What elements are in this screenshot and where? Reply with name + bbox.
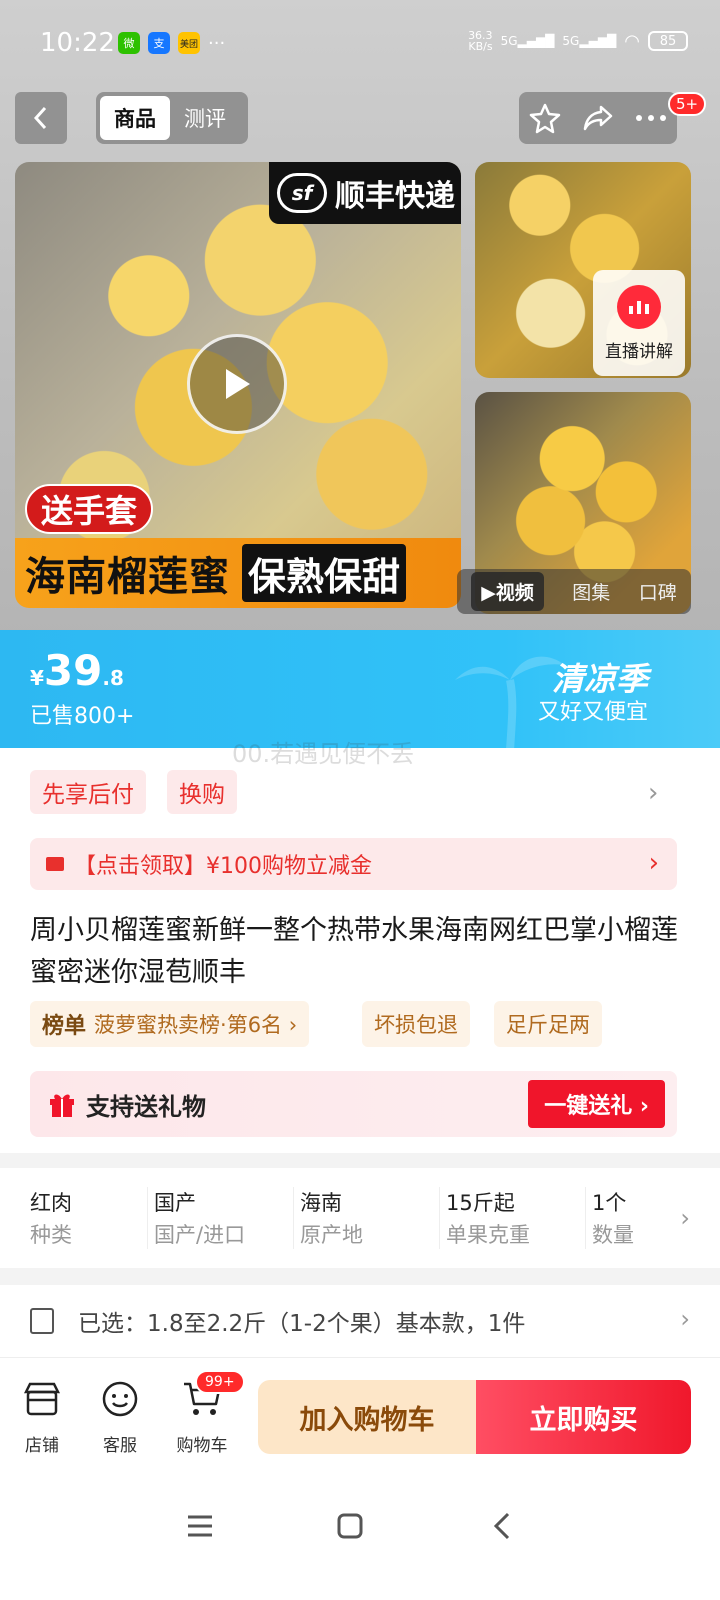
bottom-action-bar: 店铺 客服 购物车 99+ 加入购物车 立即购买 (0, 1357, 720, 1472)
spec-item: 15斤起 单果克重 (446, 1187, 586, 1249)
shop-icon (23, 1382, 61, 1416)
more-menu-icon[interactable] (631, 98, 671, 138)
gift-text: 支持送礼物 (86, 1092, 206, 1121)
sold-count: 已售800+ (30, 704, 135, 729)
status-bar: 10:22 微 支 美团 ··· 36.3 KB/s 5G▂▄▆█ 5G▂▄▆█… (0, 0, 720, 88)
spec-item: 红肉 种类 (30, 1187, 148, 1249)
sf-express-tag: sf 顺丰快递 (269, 162, 461, 224)
add-to-cart-button[interactable]: 加入购物车 (258, 1380, 476, 1454)
send-gift-button[interactable]: 一键送礼 › (528, 1080, 665, 1128)
chevron-right-icon[interactable]: › (680, 1204, 690, 1232)
content-tab-switcher: 商品 测评 (96, 92, 248, 144)
top-actions (519, 92, 677, 144)
gift-gloves-tag: 送手套 (25, 484, 154, 534)
main-product-video[interactable]: sf 顺丰快递 送手套 海南榴莲蜜 保熟保甜 (15, 162, 461, 608)
variant-icon (30, 1308, 54, 1334)
spec-item: 海南 原产地 (300, 1187, 440, 1249)
signal-1-icon: 5G▂▄▆█ (500, 34, 555, 48)
alipay-icon: 支 (148, 32, 170, 54)
season-subtitle: 又好又便宜 (537, 700, 648, 725)
gift-box-icon (50, 1094, 74, 1117)
pay-later-chip[interactable]: 先享后付 (30, 770, 146, 814)
live-label: 直播讲解 (605, 341, 673, 362)
tab-review[interactable]: 测评 (170, 96, 240, 140)
status-app-icons: 微 支 美团 ··· (118, 32, 225, 54)
wechat-icon: 微 (118, 32, 140, 54)
customer-service-button[interactable]: 客服 (88, 1380, 152, 1456)
favorite-star-icon[interactable] (525, 98, 565, 138)
spec-item: 国产 国产/进口 (154, 1187, 294, 1249)
play-video-button[interactable] (187, 334, 287, 434)
price: ¥ 39 .8 (30, 646, 124, 695)
buy-now-button[interactable]: 立即购买 (476, 1380, 691, 1454)
rank-tag[interactable]: 榜单 菠萝蜜热卖榜·第6名 › (30, 1001, 310, 1047)
meituan-icon: 美团 (178, 32, 200, 54)
cart-count-badge: 99+ (195, 1370, 245, 1394)
gift-support-row: 支持送礼物 一键送礼 › (30, 1071, 677, 1137)
sf-logo-icon: sf (277, 173, 327, 213)
back-triangle-icon[interactable] (482, 1506, 522, 1546)
menu-icon[interactable] (180, 1506, 220, 1546)
price-bar: ¥ 39 .8 已售800+ 清凉季 又好又便宜 (0, 630, 720, 748)
selected-variant-text: 已选：1.8至2.2斤（1-2个果）基本款，1件 (78, 1311, 526, 1337)
watermark-text: 00.若遇见便不丢 (232, 740, 415, 768)
banner-slogan: 保熟保甜 (242, 544, 407, 602)
home-square-icon[interactable] (330, 1506, 370, 1546)
signal-2-icon: 5G▂▄▆█ (562, 34, 617, 48)
chevron-right-icon: › (680, 1305, 690, 1333)
tab-product[interactable]: 商品 (100, 96, 170, 140)
status-indicators: 36.3 KB/s 5G▂▄▆█ 5G▂▄▆█ ◠ 85 (468, 30, 688, 52)
status-time: 10:22 (40, 28, 115, 58)
system-navigation-bar (0, 1472, 720, 1600)
chevron-right-icon: › (648, 848, 659, 878)
network-speed: 36.3 KB/s (468, 29, 493, 53)
top-media-area: 10:22 微 支 美团 ··· 36.3 KB/s 5G▂▄▆█ 5G▂▄▆█… (0, 0, 720, 645)
full-weight-tag: 足斤足两 (494, 1001, 602, 1047)
banner-title: 海南榴莲蜜 (25, 554, 230, 600)
media-tabs: ▶视频 图集 口碑 (457, 569, 691, 614)
product-title: 周小贝榴莲蜜新鲜一整个热带水果海南网红巴掌小榴莲蜜密迷你湿苞顺丰 (30, 915, 678, 988)
shop-button[interactable]: 店铺 (10, 1380, 74, 1456)
spec-row[interactable]: 红肉 种类 国产 国产/进口 海南 原产地 15斤起 单果克重 1个 数量 › (0, 1168, 720, 1268)
product-banner: 海南榴莲蜜 保熟保甜 (15, 538, 461, 608)
tab-reputation[interactable]: 口碑 (639, 578, 677, 605)
more-status-icon: ··· (208, 32, 226, 54)
battery-icon: 85 (648, 31, 688, 51)
live-explain-button[interactable]: 直播讲解 (593, 270, 685, 376)
service-smile-icon (102, 1381, 138, 1417)
coupon-card-icon (46, 857, 64, 871)
selected-variant-row[interactable]: 已选：1.8至2.2斤（1-2个果）基本款，1件 › (0, 1285, 720, 1357)
damage-refund-tag: 坏损包退 (362, 1001, 470, 1047)
back-button[interactable] (15, 92, 67, 144)
back-arrow-icon (33, 106, 47, 130)
product-info: 00.若遇见便不丢 先享后付 换购 › 【点击领取】¥100购物立减金 › 周小… (0, 740, 720, 1153)
tab-gallery[interactable]: 图集 (572, 578, 610, 605)
chevron-right-icon[interactable]: › (648, 778, 658, 808)
live-icon (617, 284, 661, 329)
play-icon (226, 369, 250, 399)
tab-video[interactable]: ▶视频 (471, 572, 544, 611)
wifi-icon: ◠ (624, 30, 640, 52)
coupon-text: 【点击领取】¥100购物立减金 (74, 854, 372, 879)
spec-item: 1个 数量 (592, 1191, 634, 1247)
share-icon[interactable] (578, 98, 618, 138)
coupon-banner[interactable]: 【点击领取】¥100购物立减金 › (30, 838, 677, 890)
message-badge: 5+ (668, 92, 707, 116)
trade-in-chip[interactable]: 换购 (167, 770, 237, 814)
